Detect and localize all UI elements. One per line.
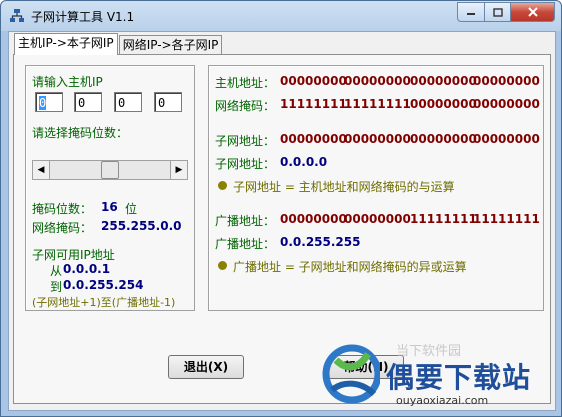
- bullet-dot-icon: [218, 181, 227, 190]
- mask-bits-label: 掩码位数：: [32, 202, 93, 216]
- usable-ip-title: 子网可用IP地址: [32, 248, 115, 262]
- site-watermark: 当下软件园 偶要下载站 ouyaoxiazai.com: [322, 338, 554, 412]
- tab-host-to-subnet[interactable]: 主机IP->本子网IP: [14, 33, 118, 55]
- host-bits-1: 00000000: [280, 74, 347, 88]
- ip-octet-3[interactable]: 0: [114, 92, 142, 112]
- title-bar[interactable]: 子网计算工具 V1.1: [1, 1, 561, 31]
- host-ip-label: 请输入主机IP: [32, 75, 103, 89]
- ip-octet-1[interactable]: 0: [35, 92, 63, 112]
- netmask-bits-3: 00000000: [410, 97, 477, 111]
- mask-bits-prompt: 请选择掩码位数：: [32, 126, 129, 140]
- netmask-bits-label: 网络掩码：: [215, 99, 276, 113]
- subnet-formula-note: 子网地址 = 主机地址和网络掩码的与运算: [233, 180, 455, 194]
- bullet-dot-icon: [218, 261, 227, 270]
- host-bits-4: 00000000: [473, 74, 540, 88]
- host-address-label: 主机地址：: [215, 76, 276, 90]
- to-ip-value: 0.0.255.254: [63, 278, 144, 292]
- subnet-bits-1: 00000000: [280, 132, 347, 146]
- ip-octet-2[interactable]: 0: [74, 92, 102, 112]
- broadcast-value: 0.0.255.255: [280, 235, 361, 249]
- watermark-logo-icon: [322, 344, 380, 404]
- netmask-bits-2: 11111111: [344, 97, 411, 111]
- broadcast-bits-3: 11111111: [410, 212, 477, 226]
- close-button[interactable]: [511, 2, 555, 22]
- from-label: 从: [50, 264, 63, 278]
- scroll-left-button[interactable]: ◀: [33, 161, 50, 179]
- broadcast-bits-4: 11111111: [473, 212, 540, 226]
- tab-network-to-subnets[interactable]: 网络IP->各子网IP: [118, 35, 223, 55]
- subnet-address-bits-label: 子网地址：: [215, 134, 276, 148]
- exit-button[interactable]: 退出(X): [168, 355, 244, 379]
- subnet-bits-3: 00000000: [410, 132, 477, 146]
- close-icon: [527, 7, 538, 17]
- broadcast-address-bits-label: 广播地址：: [215, 214, 276, 228]
- mask-bits-value: 16: [101, 200, 118, 214]
- range-note: (子网地址+1)至(广播地址-1): [32, 296, 176, 309]
- input-panel: 请输入主机IP 0 0 0 0 请选择掩码位数： ◀ ▶ 掩码位数： 16 位 …: [25, 65, 195, 311]
- watermark-brand: 偶要下载站: [386, 361, 532, 394]
- tab-strip: 主机IP->本子网IP 网络IP->各子网IP: [14, 33, 223, 55]
- to-label: 到: [50, 280, 63, 294]
- host-bits-3: 00000000: [410, 74, 477, 88]
- mask-bits-scrollbar[interactable]: ◀ ▶: [32, 160, 188, 180]
- netmask-bits-4: 00000000: [473, 97, 540, 111]
- subnet-bits-2: 00000000: [344, 132, 411, 146]
- minimize-icon: [467, 13, 475, 15]
- broadcast-bits-2: 00000000: [344, 212, 411, 226]
- result-panel: 主机地址： 00000000 00000000 00000000 0000000…: [208, 65, 544, 311]
- netmask-value: 255.255.0.0: [101, 219, 182, 233]
- from-ip-value: 0.0.0.1: [63, 262, 111, 276]
- maximize-icon: [492, 7, 503, 17]
- scroll-thumb[interactable]: [101, 161, 119, 179]
- minimize-button[interactable]: [457, 2, 485, 22]
- subnet-value: 0.0.0.0: [280, 155, 328, 169]
- broadcast-formula-note: 广播地址 = 子网地址和网络掩码的异或运算: [233, 260, 467, 274]
- window-title: 子网计算工具 V1.1: [31, 10, 135, 24]
- mask-bits-unit: 位: [125, 202, 138, 216]
- netmask-bits-1: 11111111: [280, 97, 347, 111]
- broadcast-label: 广播地址：: [215, 237, 276, 251]
- scroll-right-button[interactable]: ▶: [170, 161, 187, 179]
- broadcast-bits-1: 00000000: [280, 212, 347, 226]
- network-app-icon: [10, 9, 24, 22]
- watermark-url: ouyaoxiazai.com: [396, 394, 489, 407]
- ip-octet-4[interactable]: 0: [154, 92, 182, 112]
- subnet-bits-4: 00000000: [473, 132, 540, 146]
- host-bits-2: 00000000: [344, 74, 411, 88]
- netmask-label: 网络掩码：: [32, 221, 93, 235]
- maximize-button[interactable]: [485, 2, 511, 22]
- subnet-label: 子网地址：: [215, 157, 276, 171]
